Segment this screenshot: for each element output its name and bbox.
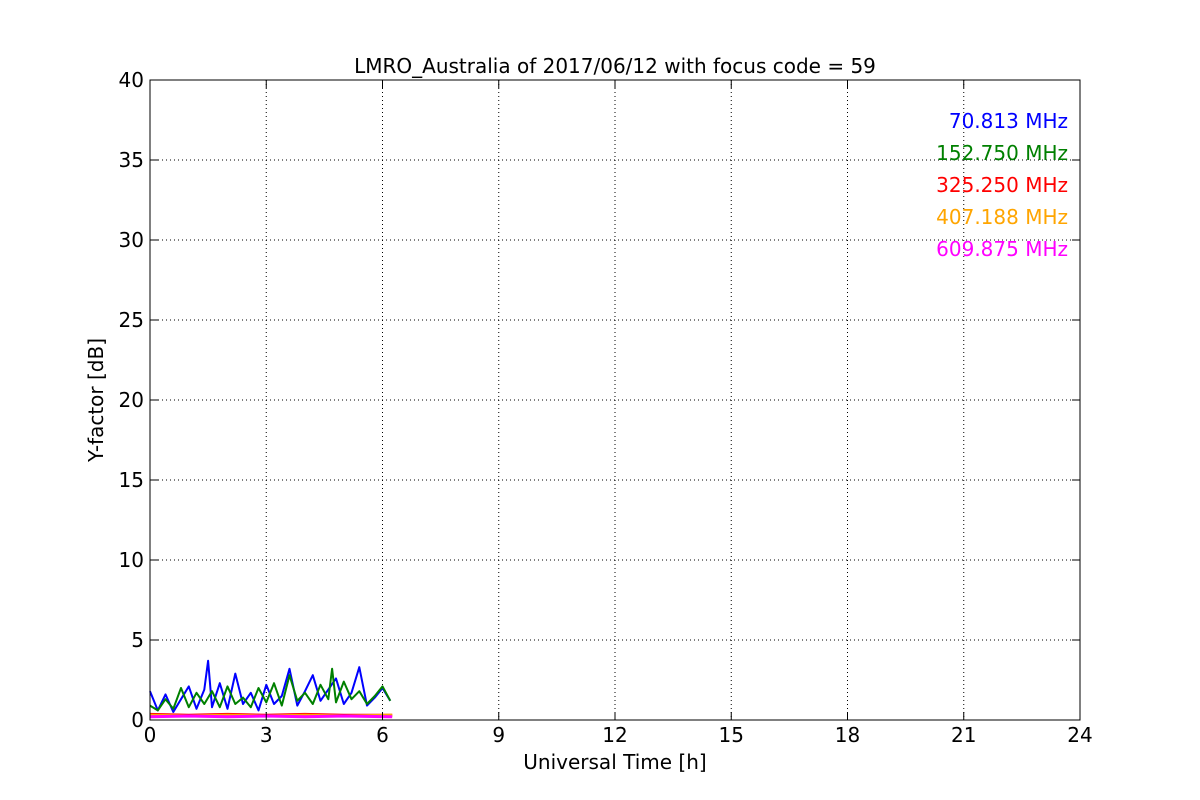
x-tick-label: 0 bbox=[144, 723, 157, 747]
legend-entry-4: 407.188 MHz bbox=[936, 205, 1068, 229]
x-tick-labels: 0 3 6 9 12 15 18 21 24 bbox=[144, 723, 1093, 747]
plot-series bbox=[149, 659, 393, 719]
legend-entry-3: 325.250 MHz bbox=[936, 173, 1068, 197]
y-axis-label: Y-factor [dB] bbox=[84, 338, 108, 463]
y-tick-label: 10 bbox=[119, 548, 144, 572]
x-axis-label: Universal Time [h] bbox=[523, 750, 706, 774]
y-tick-label: 25 bbox=[119, 308, 144, 332]
x-tick-label: 21 bbox=[951, 723, 976, 747]
chart: 0 3 6 9 12 15 18 21 24 0 5 10 15 20 25 30 35 40 LMRO_Aus… bbox=[84, 54, 1093, 774]
x-tick-label: 15 bbox=[719, 723, 744, 747]
y-tick-labels: 0 5 10 15 20 25 30 35 40 bbox=[119, 68, 144, 732]
legend-entry-1: 70.813 MHz bbox=[949, 109, 1068, 133]
x-tick-label: 24 bbox=[1067, 723, 1092, 747]
y-tick-label: 20 bbox=[119, 388, 144, 412]
y-tick-label: 30 bbox=[119, 228, 144, 252]
series-line-1 bbox=[149, 659, 392, 713]
series-line-5 bbox=[149, 714, 393, 719]
y-tick-label: 40 bbox=[119, 68, 144, 92]
x-tick-label: 9 bbox=[492, 723, 505, 747]
y-tick-label: 5 bbox=[131, 628, 144, 652]
x-tick-label: 12 bbox=[602, 723, 627, 747]
legend: 70.813 MHz 152.750 MHz 325.250 MHz 407.188 … bbox=[936, 109, 1068, 261]
y-tick-label: 35 bbox=[119, 148, 144, 172]
y-tick-label: 15 bbox=[119, 468, 144, 492]
y-tick-label: 0 bbox=[131, 708, 144, 732]
x-tick-label: 6 bbox=[376, 723, 389, 747]
x-tick-label: 3 bbox=[260, 723, 273, 747]
chart-title: LMRO_Australia of 2017/06/12 with focus … bbox=[354, 54, 876, 78]
x-tick-label: 18 bbox=[835, 723, 860, 747]
legend-entry-2: 152.750 MHz bbox=[936, 141, 1068, 165]
legend-entry-5: 609.875 MHz bbox=[936, 237, 1068, 261]
